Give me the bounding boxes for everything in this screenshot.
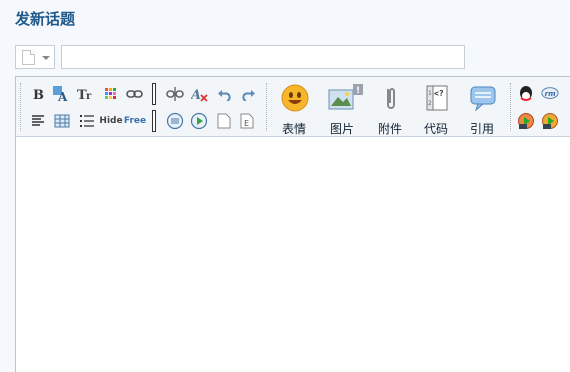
chevron-down-icon xyxy=(42,56,50,60)
toolbar-separator xyxy=(510,83,511,131)
speech-bubble-icon xyxy=(470,86,496,112)
unlink-icon[interactable] xyxy=(166,85,184,103)
media-player-icon[interactable] xyxy=(541,112,559,130)
editor-toolbar: B A Tr A Hide Free E 表情 ! 图片 附件 1 2 <? 代… xyxy=(16,77,570,137)
palette-icon[interactable] xyxy=(102,85,120,103)
pagebreak-icon[interactable]: E xyxy=(238,112,256,130)
attachment-label: 附件 xyxy=(377,122,402,136)
quote-label: 引用 xyxy=(469,122,494,136)
svg-text:A: A xyxy=(57,90,68,103)
svg-text:B: B xyxy=(33,88,44,101)
remove-format-icon[interactable]: A xyxy=(191,85,209,103)
code-button[interactable]: 1 2 <? 代码 xyxy=(416,81,456,136)
redo-icon[interactable] xyxy=(239,85,257,103)
list-icon[interactable] xyxy=(78,112,96,130)
svg-text:1: 1 xyxy=(428,90,432,97)
realmedia-icon[interactable]: rm xyxy=(541,85,559,103)
align-left-icon[interactable] xyxy=(29,112,47,130)
emoticon-button[interactable]: 表情 xyxy=(274,81,314,136)
editor: B A Tr A Hide Free E 表情 ! 图片 附件 1 2 <? 代… xyxy=(15,76,570,372)
audio-icon[interactable] xyxy=(166,112,184,130)
image-icon: ! xyxy=(328,84,363,110)
quote-button[interactable]: 引用 xyxy=(462,81,502,136)
image-label: 图片 xyxy=(329,122,354,136)
svg-text:A: A xyxy=(191,88,201,102)
svg-text:E: E xyxy=(244,119,249,128)
free-icon[interactable]: Free xyxy=(124,112,146,130)
editor-content-area[interactable] xyxy=(16,137,570,372)
text-color-icon[interactable]: A xyxy=(52,85,70,103)
page-title: 发新话题 xyxy=(15,10,76,28)
page-icon[interactable] xyxy=(215,112,233,130)
undo-icon[interactable] xyxy=(216,85,234,103)
svg-text:<?: <? xyxy=(434,89,444,98)
toolbar-bracket xyxy=(152,83,156,105)
image-button[interactable]: ! 图片 xyxy=(322,81,363,136)
paperclip-icon xyxy=(387,88,395,109)
toolbar-separator xyxy=(266,83,267,131)
toolbar-bracket xyxy=(152,110,156,132)
attachment-button[interactable]: 附件 xyxy=(370,81,410,136)
code-icon: 1 2 <? xyxy=(426,85,448,111)
qq-icon[interactable] xyxy=(517,85,535,103)
video-icon[interactable] xyxy=(190,112,208,130)
flash-icon[interactable] xyxy=(517,112,535,130)
subject-input[interactable] xyxy=(61,45,465,69)
toolbar-separator xyxy=(20,83,21,131)
smiley-icon xyxy=(281,84,309,112)
svg-text:2: 2 xyxy=(428,100,432,107)
thread-type-select[interactable] xyxy=(15,45,55,69)
document-icon xyxy=(22,50,35,65)
free-label: Free xyxy=(123,116,147,126)
hide-icon[interactable]: Hide xyxy=(99,112,123,130)
table-icon[interactable] xyxy=(53,112,71,130)
code-label: 代码 xyxy=(423,122,448,136)
svg-text:r: r xyxy=(86,91,92,102)
font-size-icon[interactable]: Tr xyxy=(77,85,95,103)
hide-label: Hide xyxy=(99,116,123,126)
bold-icon[interactable]: B xyxy=(29,85,47,103)
svg-text:rm: rm xyxy=(545,89,557,98)
svg-text:!: ! xyxy=(356,86,360,96)
link-icon[interactable] xyxy=(126,85,144,103)
emoticon-label: 表情 xyxy=(281,122,306,136)
